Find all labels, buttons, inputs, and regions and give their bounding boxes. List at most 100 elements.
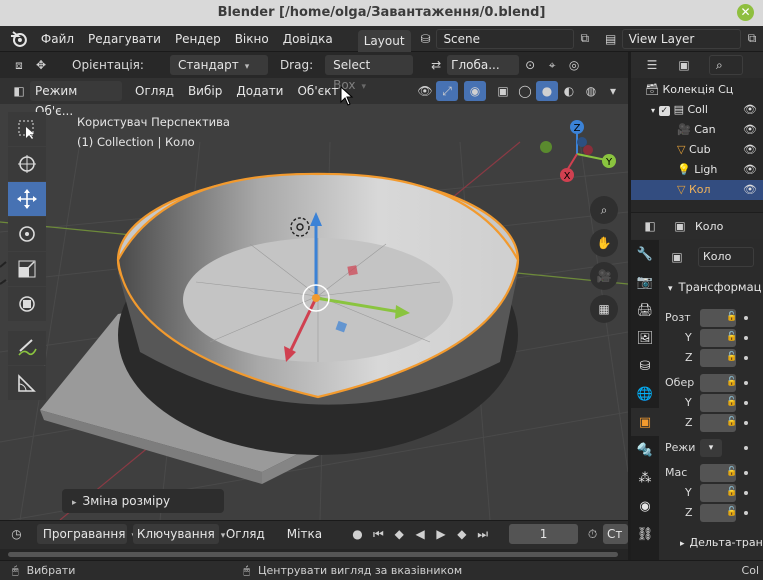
material-shading-icon[interactable]: ◐: [558, 81, 580, 101]
editor-type-icon[interactable]: ◧: [8, 81, 30, 101]
checkbox-icon[interactable]: ✓: [658, 106, 671, 116]
view-layer-icon[interactable]: ▤: [600, 29, 622, 49]
menu-file[interactable]: Файл: [34, 28, 81, 50]
select-box-tool[interactable]: [8, 112, 46, 146]
current-frame-field[interactable]: 1: [509, 524, 579, 544]
outliner-filter-display-icon[interactable]: ▣: [673, 55, 695, 75]
particles-tab-icon[interactable]: ⁂: [631, 464, 659, 492]
3d-viewport[interactable]: ⧈ ✥ Орієнтація: Стандарт▾ Drag: Select B…: [0, 52, 628, 520]
jump-end-icon[interactable]: ⏭: [472, 524, 493, 544]
delta-transform-panel[interactable]: ▸ Дельта-тран: [680, 536, 763, 549]
outliner-item-light[interactable]: 💡 Ligh 👁: [631, 160, 763, 180]
eye-icon[interactable]: 👁: [743, 100, 757, 120]
lock-icon[interactable]: 🔓: [726, 377, 737, 387]
timeline-editor-type-icon[interactable]: ◷: [6, 524, 27, 544]
menu-render[interactable]: Рендер: [168, 28, 228, 50]
world-tab-icon[interactable]: 🌐: [631, 380, 659, 408]
move-tool[interactable]: [8, 182, 46, 216]
eye-icon[interactable]: 👁: [743, 160, 757, 180]
keying-dropdown[interactable]: Ключування ▾: [132, 524, 225, 544]
keyframe-dot[interactable]: [744, 381, 748, 385]
outliner-root-collection[interactable]: 🗃 Колекція Сц: [631, 80, 763, 100]
keyframe-dot[interactable]: [744, 316, 748, 320]
object-tab-icon[interactable]: ▣: [631, 408, 659, 436]
view-layer-tab-icon[interactable]: 🖼: [631, 324, 659, 352]
transform-panel-header[interactable]: ▾ Трансформац: [668, 280, 761, 294]
keyframe-dot[interactable]: [744, 401, 748, 405]
lock-icon[interactable]: 🔓: [726, 417, 737, 427]
prev-keyframe-icon[interactable]: ◆: [389, 524, 410, 544]
scene-icon[interactable]: ⛁: [415, 29, 437, 49]
timeline-view-menu[interactable]: Огляд: [219, 523, 272, 545]
proportional-edit-icon[interactable]: ◎: [563, 55, 585, 75]
workspace-tab-layout[interactable]: Layout: [357, 29, 411, 52]
last-operator-panel[interactable]: ▸ Зміна розміру: [62, 489, 224, 513]
scene-selector[interactable]: Scene: [436, 28, 574, 49]
tool-settings-tab-icon[interactable]: 🔧: [631, 240, 659, 268]
pan-hand-icon[interactable]: ✋: [590, 229, 618, 257]
zoom-icon[interactable]: ⌕: [590, 196, 618, 224]
camera-view-icon[interactable]: 🎥: [590, 262, 618, 290]
jump-start-icon[interactable]: ⏮: [368, 524, 389, 544]
cursor-tool[interactable]: [8, 147, 46, 181]
outliner-item-collection[interactable]: ▾ ✓ ▤ Coll 👁: [631, 100, 763, 120]
keyframe-dot[interactable]: [744, 336, 748, 340]
keyframe-dot[interactable]: [744, 356, 748, 360]
ortho-grid-icon[interactable]: ▦: [590, 295, 618, 323]
outliner-item-camera[interactable]: 🎥 Can 👁: [631, 120, 763, 140]
measure-tool[interactable]: [8, 366, 46, 400]
menu-object[interactable]: Об'єкт: [290, 80, 345, 102]
play-reverse-icon[interactable]: ◀: [410, 524, 431, 544]
snap-icon[interactable]: ⌖: [541, 55, 563, 75]
navigation-gizmo[interactable]: Z Y X: [530, 116, 626, 192]
lock-icon[interactable]: 🔓: [726, 507, 737, 517]
lock-icon[interactable]: 🔓: [726, 487, 737, 497]
start-frame-field[interactable]: Ст: [602, 524, 628, 544]
solid-shading-icon[interactable]: ●: [536, 81, 558, 101]
wireframe-shading-icon[interactable]: ◯: [514, 81, 536, 101]
view-layer-selector[interactable]: View Layer: [621, 28, 742, 49]
pivot-point-icon[interactable]: ⊙: [519, 55, 541, 75]
gizmo-toggle-icon[interactable]: ⤢: [436, 81, 458, 101]
physics-tab-icon[interactable]: ◉: [631, 492, 659, 520]
transform-pivot-icon[interactable]: ⧈: [8, 55, 30, 75]
keyframe-dot[interactable]: [744, 471, 748, 475]
eye-icon[interactable]: 👁: [743, 180, 757, 200]
window-close-button[interactable]: ✕: [737, 4, 754, 21]
menu-view[interactable]: Огляд: [128, 80, 181, 102]
lock-icon[interactable]: 🔓: [726, 332, 737, 342]
visibility-icon[interactable]: 👁: [414, 81, 436, 101]
global-transform-icon[interactable]: ⇄: [425, 55, 447, 75]
scene-copy-icon[interactable]: ⧉: [574, 29, 596, 49]
keyframe-dot[interactable]: [744, 491, 748, 495]
next-keyframe-icon[interactable]: ◆: [451, 524, 472, 544]
outliner-item-circle[interactable]: ▽ Кол 👁: [631, 180, 763, 200]
outliner-item-cube[interactable]: ▽ Cub 👁: [631, 140, 763, 160]
rotate-tool[interactable]: [8, 217, 46, 251]
menu-add[interactable]: Додати: [229, 80, 290, 102]
rendered-shading-icon[interactable]: ◍: [580, 81, 602, 101]
orientation-dropdown[interactable]: Стандарт ▾: [169, 55, 268, 75]
modifier-tab-icon[interactable]: 🔩: [631, 436, 659, 464]
object-name-field[interactable]: Коло: [698, 247, 754, 267]
overlay-toggle-icon[interactable]: ◉: [464, 81, 486, 101]
blender-logo-icon[interactable]: [8, 28, 30, 50]
shading-options-icon[interactable]: ▾: [602, 81, 624, 101]
lock-icon[interactable]: 🔓: [726, 312, 737, 322]
render-tab-icon[interactable]: 📷: [631, 268, 659, 296]
eye-icon[interactable]: 👁: [743, 140, 757, 160]
rotation-mode-dropdown[interactable]: ▾: [700, 439, 722, 457]
keyframe-dot[interactable]: [744, 511, 748, 515]
constraints-tab-icon[interactable]: ⛓: [631, 520, 659, 548]
playback-dropdown[interactable]: Програвання▾: [36, 524, 136, 544]
lock-icon[interactable]: 🔓: [726, 352, 737, 362]
lock-icon[interactable]: 🔓: [726, 397, 737, 407]
lock-icon[interactable]: 🔓: [726, 467, 737, 477]
menu-help[interactable]: Довідка: [276, 28, 340, 50]
output-tab-icon[interactable]: 🖨: [631, 296, 659, 324]
mode-dropdown[interactable]: Режим Об'є...: [30, 81, 122, 118]
scene-tab-icon[interactable]: ⛁: [631, 352, 659, 380]
transform-tool[interactable]: [8, 287, 46, 321]
menu-window[interactable]: Вікно: [228, 28, 276, 50]
xray-icon[interactable]: ▣: [492, 81, 514, 101]
